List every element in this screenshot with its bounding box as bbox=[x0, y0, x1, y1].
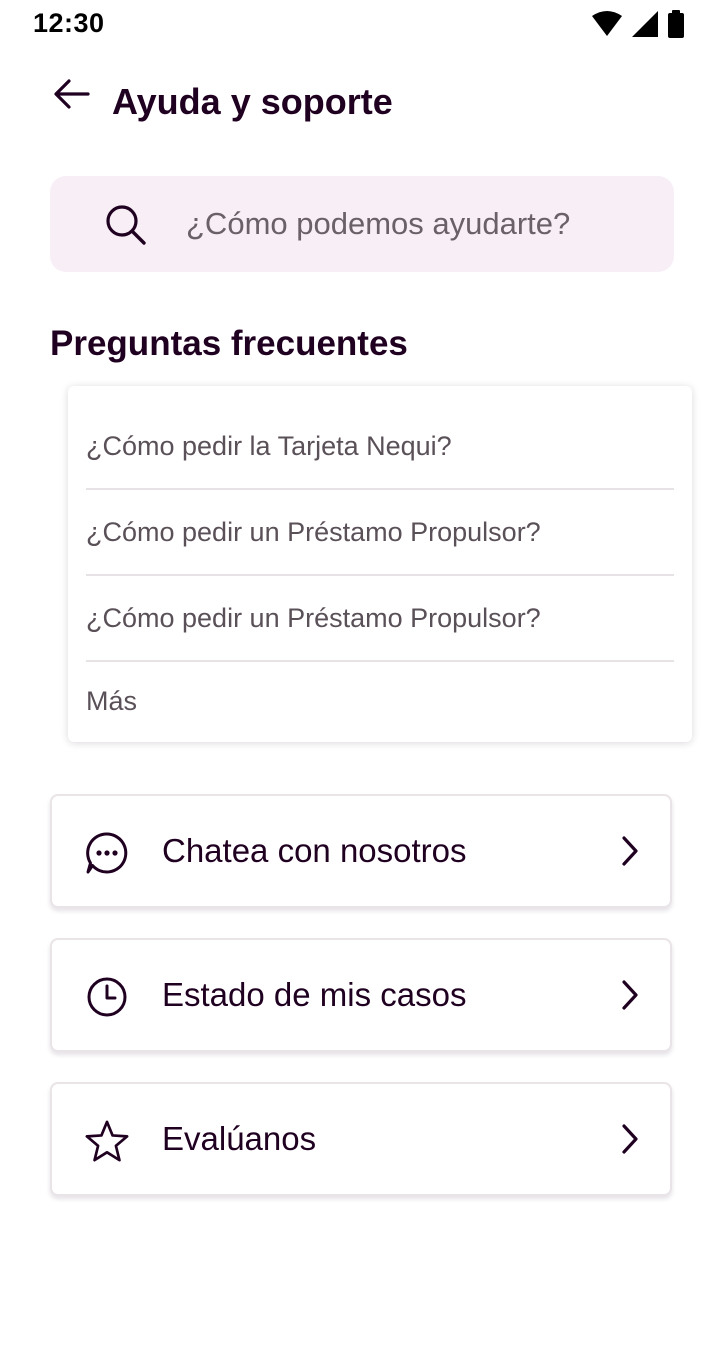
chevron-right-icon bbox=[612, 833, 648, 869]
case-status-button[interactable]: Estado de mis casos bbox=[50, 938, 672, 1052]
rate-us-button[interactable]: Evalúanos bbox=[50, 1082, 672, 1196]
back-button[interactable] bbox=[46, 70, 98, 122]
chevron-right-icon bbox=[612, 1121, 648, 1157]
clock-icon bbox=[84, 974, 130, 1020]
action-label: Evalúanos bbox=[162, 1120, 317, 1157]
status-icons bbox=[592, 10, 684, 38]
app-bar: Ayuda y soporte bbox=[0, 60, 722, 144]
signal-icon bbox=[632, 11, 658, 37]
search-bar[interactable] bbox=[50, 176, 674, 272]
faq-item[interactable]: ¿Cómo pedir un Préstamo Propulsor? bbox=[86, 576, 674, 662]
status-time: 12:30 bbox=[33, 8, 105, 38]
faq-more-link[interactable]: Más bbox=[86, 662, 674, 742]
faq-card: ¿Cómo pedir la Tarjeta Nequi? ¿Cómo pedi… bbox=[68, 386, 692, 742]
search-icon bbox=[105, 204, 147, 251]
chevron-right-icon bbox=[612, 977, 648, 1013]
star-icon bbox=[84, 1118, 130, 1164]
page-title: Ayuda y soporte bbox=[112, 81, 393, 122]
action-label: Estado de mis casos bbox=[162, 976, 467, 1013]
chat-with-us-button[interactable]: Chatea con nosotros bbox=[50, 794, 672, 908]
chat-bubble-icon bbox=[84, 830, 130, 876]
faq-section-title: Preguntas frecuentes bbox=[50, 324, 408, 363]
action-label: Chatea con nosotros bbox=[162, 832, 467, 869]
battery-icon bbox=[668, 10, 684, 38]
faq-item[interactable]: ¿Cómo pedir la Tarjeta Nequi? bbox=[86, 404, 674, 490]
wifi-icon bbox=[592, 11, 622, 37]
status-bar: 12:30 bbox=[0, 0, 722, 48]
arrow-left-icon bbox=[54, 78, 90, 114]
faq-item[interactable]: ¿Cómo pedir un Préstamo Propulsor? bbox=[86, 490, 674, 576]
search-input[interactable] bbox=[186, 176, 666, 272]
